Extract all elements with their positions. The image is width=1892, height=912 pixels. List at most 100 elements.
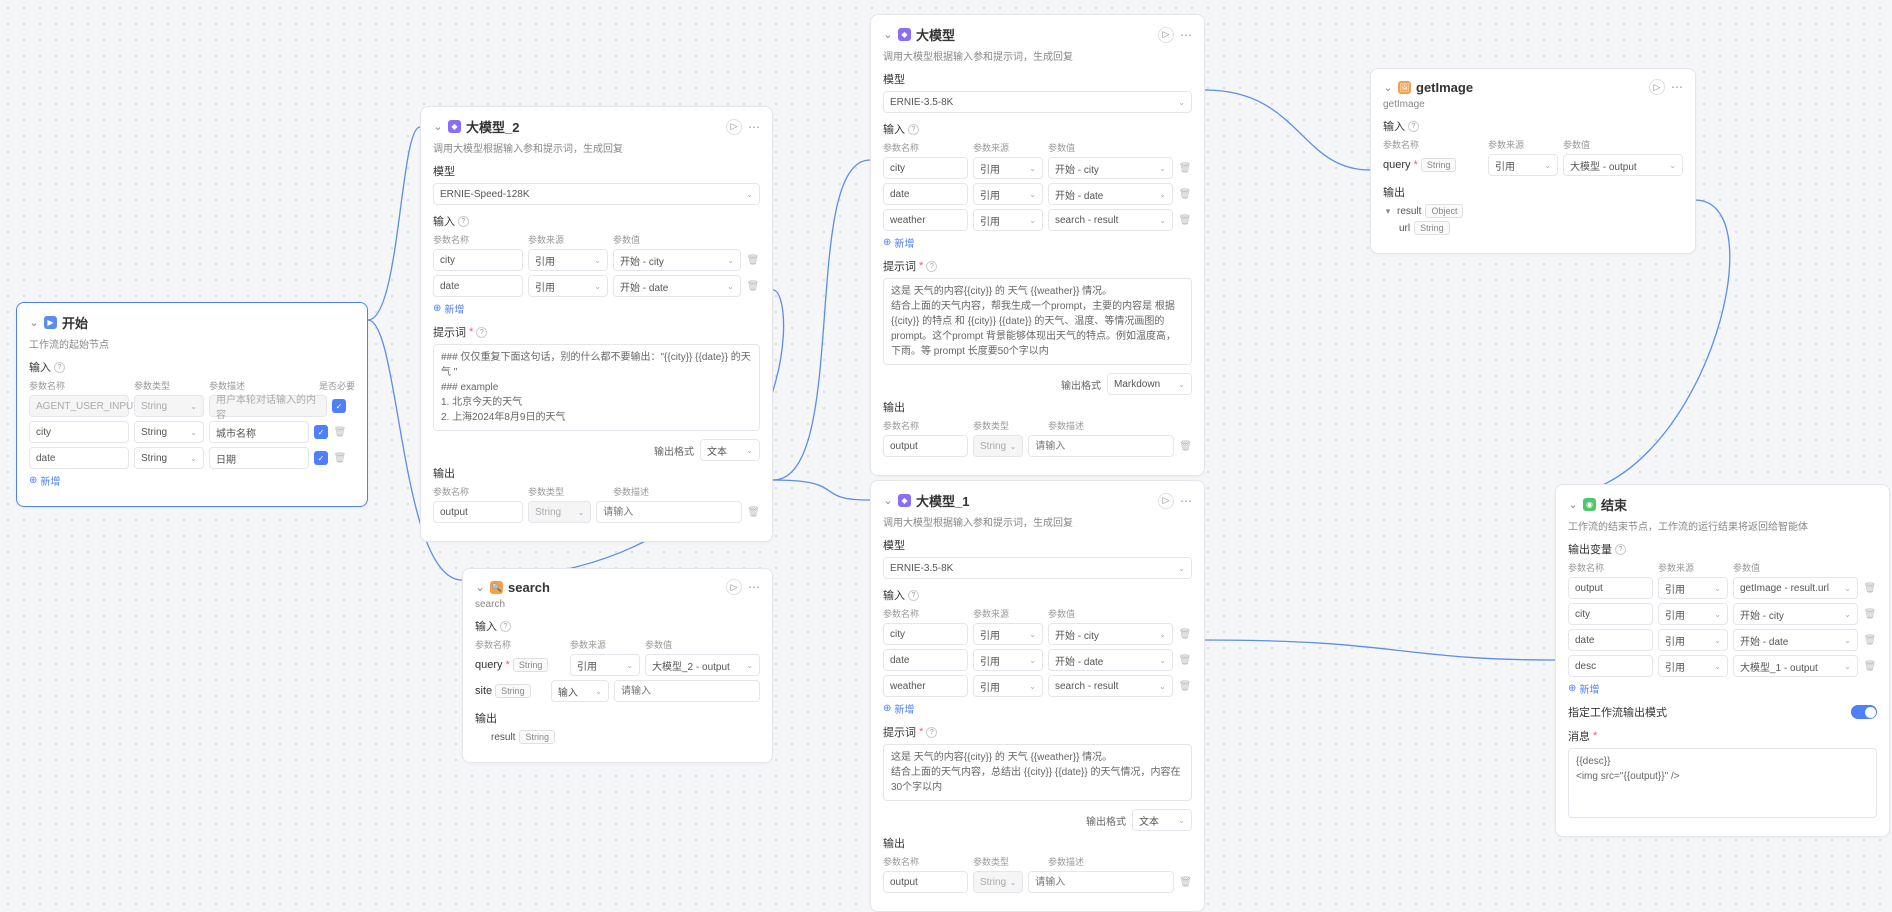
- add-button[interactable]: ⊕新增: [29, 473, 355, 488]
- required-checkbox[interactable]: ✓: [314, 425, 328, 439]
- more-icon[interactable]: ⋯: [1180, 494, 1192, 508]
- chevron-down-icon[interactable]: ⌄: [433, 122, 443, 132]
- param-name-input[interactable]: [883, 157, 968, 179]
- delete-icon[interactable]: 🗑: [1178, 627, 1192, 641]
- chevron-down-icon[interactable]: ⌄: [1383, 82, 1393, 92]
- chevron-down-icon[interactable]: ▾: [1383, 206, 1393, 216]
- run-button[interactable]: ▷: [1158, 27, 1174, 43]
- output-desc-input[interactable]: [1028, 871, 1174, 893]
- node-llm1[interactable]: ⌄ ◆ 大模型_1 ▷⋯ 调用大模型根据输入参和提示词，生成回复 模型 ERNI…: [870, 480, 1205, 912]
- message-textarea[interactable]: {{desc}} <img src="{{output}}" />: [1568, 748, 1877, 818]
- help-icon[interactable]: ?: [54, 362, 65, 373]
- param-name-input[interactable]: [1568, 577, 1653, 599]
- value-select[interactable]: 开始 - city⌄: [1048, 623, 1173, 645]
- delete-icon[interactable]: 🗑: [1178, 213, 1192, 227]
- node-llm2[interactable]: ⌄ ◆ 大模型_2 ▷⋯ 调用大模型根据输入参和提示词，生成回复 模型 ERNI…: [420, 106, 773, 542]
- param-name-input[interactable]: [1568, 603, 1653, 625]
- output-desc-input[interactable]: [1028, 435, 1174, 457]
- format-select[interactable]: 文本⌄: [1132, 809, 1192, 831]
- run-button[interactable]: ▷: [1158, 493, 1174, 509]
- value-select[interactable]: getImage - result.url⌄: [1733, 577, 1858, 599]
- source-select[interactable]: 引用⌄: [1488, 154, 1558, 176]
- node-start[interactable]: ⌄ ▶ 开始 工作流的起始节点 输入? 参数名称参数类型参数描述是否必要 AGE…: [16, 302, 368, 507]
- chevron-down-icon[interactable]: ⌄: [1568, 500, 1578, 510]
- delete-icon[interactable]: 🗑: [1179, 439, 1192, 453]
- model-select[interactable]: ERNIE-3.5-8K⌄: [883, 557, 1192, 579]
- more-icon[interactable]: ⋯: [1671, 80, 1683, 94]
- run-button[interactable]: ▷: [726, 579, 742, 595]
- required-checkbox[interactable]: ✓: [314, 451, 328, 465]
- value-select[interactable]: search - result⌄: [1048, 675, 1173, 697]
- value-select[interactable]: 开始 - date⌄: [1048, 649, 1173, 671]
- value-select[interactable]: 大模型_1 - output⌄: [1733, 655, 1858, 677]
- source-select[interactable]: 引用⌄: [570, 654, 640, 676]
- delete-icon[interactable]: 🗑: [746, 253, 760, 267]
- help-icon[interactable]: ?: [908, 590, 919, 601]
- node-llm[interactable]: ⌄ ◆ 大模型 ▷⋯ 调用大模型根据输入参和提示词，生成回复 模型 ERNIE-…: [870, 14, 1205, 476]
- delete-icon[interactable]: 🗑: [1179, 875, 1192, 889]
- more-icon[interactable]: ⋯: [748, 580, 760, 594]
- delete-icon[interactable]: 🗑: [746, 279, 760, 293]
- source-select[interactable]: 引用⌄: [973, 183, 1043, 205]
- source-select[interactable]: 引用⌄: [528, 275, 608, 297]
- value-select[interactable]: 开始 - city⌄: [613, 249, 741, 271]
- prompt-textarea[interactable]: 这是 天气的内容{{city}} 的 天气 {{weather}} 情况。 结合…: [883, 744, 1192, 801]
- param-name-input[interactable]: [883, 675, 968, 697]
- run-button[interactable]: ▷: [1649, 79, 1665, 95]
- source-select[interactable]: 引用⌄: [973, 209, 1043, 231]
- output-mode-toggle[interactable]: [1851, 705, 1877, 719]
- node-getimage[interactable]: ⌄ 🖼 getImage ▷⋯ getImage 输入? 参数名称参数来源参数值…: [1370, 68, 1696, 254]
- delete-icon[interactable]: 🗑: [1863, 633, 1877, 647]
- delete-icon[interactable]: 🗑: [333, 451, 347, 465]
- add-button[interactable]: ⊕新增: [883, 701, 1192, 716]
- help-icon[interactable]: ?: [458, 216, 469, 227]
- source-select[interactable]: 引用⌄: [973, 649, 1043, 671]
- value-select[interactable]: search - result⌄: [1048, 209, 1173, 231]
- delete-icon[interactable]: 🗑: [747, 505, 760, 519]
- chevron-down-icon[interactable]: ⌄: [883, 496, 893, 506]
- model-select[interactable]: ERNIE-Speed-128K⌄: [433, 183, 760, 205]
- value-input[interactable]: [614, 680, 760, 702]
- delete-icon[interactable]: 🗑: [1863, 607, 1877, 621]
- param-name-input[interactable]: [1568, 629, 1653, 651]
- delete-icon[interactable]: 🗑: [333, 425, 347, 439]
- source-select[interactable]: 引用⌄: [973, 623, 1043, 645]
- more-icon[interactable]: ⋯: [1180, 28, 1192, 42]
- source-select[interactable]: 引用⌄: [1658, 629, 1728, 651]
- output-desc-input[interactable]: [596, 501, 742, 523]
- add-button[interactable]: ⊕新增: [883, 235, 1192, 250]
- value-select[interactable]: 开始 - city⌄: [1048, 157, 1173, 179]
- chevron-down-icon[interactable]: ⌄: [883, 30, 893, 40]
- source-select[interactable]: 引用⌄: [973, 675, 1043, 697]
- add-button[interactable]: ⊕新增: [1568, 681, 1877, 696]
- param-name-input[interactable]: [1568, 655, 1653, 677]
- add-button[interactable]: ⊕新增: [433, 301, 760, 316]
- help-icon[interactable]: ?: [926, 261, 937, 272]
- source-select[interactable]: 引用⌄: [973, 157, 1043, 179]
- value-select[interactable]: 开始 - date⌄: [613, 275, 741, 297]
- output-name-input[interactable]: [883, 871, 968, 893]
- delete-icon[interactable]: 🗑: [1178, 653, 1192, 667]
- value-select[interactable]: 开始 - date⌄: [1048, 183, 1173, 205]
- source-select[interactable]: 引用⌄: [1658, 577, 1728, 599]
- param-desc-input[interactable]: [209, 421, 309, 443]
- node-search[interactable]: ⌄ 🔍 search ▷⋯ search 输入? 参数名称参数来源参数值 que…: [462, 568, 773, 763]
- param-type-select[interactable]: String⌄: [134, 421, 204, 443]
- param-name-input[interactable]: [883, 183, 968, 205]
- value-select[interactable]: 开始 - city⌄: [1733, 603, 1858, 625]
- source-select[interactable]: 输入⌄: [551, 680, 609, 702]
- format-select[interactable]: Markdown⌄: [1107, 373, 1192, 395]
- value-select[interactable]: 大模型 - output⌄: [1563, 154, 1683, 176]
- delete-icon[interactable]: 🗑: [1178, 679, 1192, 693]
- param-name-input[interactable]: [883, 649, 968, 671]
- help-icon[interactable]: ?: [500, 621, 511, 632]
- source-select[interactable]: 引用⌄: [528, 249, 608, 271]
- delete-icon[interactable]: 🗑: [1863, 581, 1877, 595]
- param-name-input[interactable]: [29, 447, 129, 469]
- chevron-down-icon[interactable]: ⌄: [29, 318, 39, 328]
- node-end[interactable]: ⌄ ◉ 结束 工作流的结束节点，工作流的运行结果将返回给智能体 输出变量? 参数…: [1555, 484, 1890, 837]
- chevron-down-icon[interactable]: ⌄: [475, 582, 485, 592]
- param-type-select[interactable]: String⌄: [134, 447, 204, 469]
- delete-icon[interactable]: 🗑: [1863, 659, 1877, 673]
- value-select[interactable]: 开始 - date⌄: [1733, 629, 1858, 651]
